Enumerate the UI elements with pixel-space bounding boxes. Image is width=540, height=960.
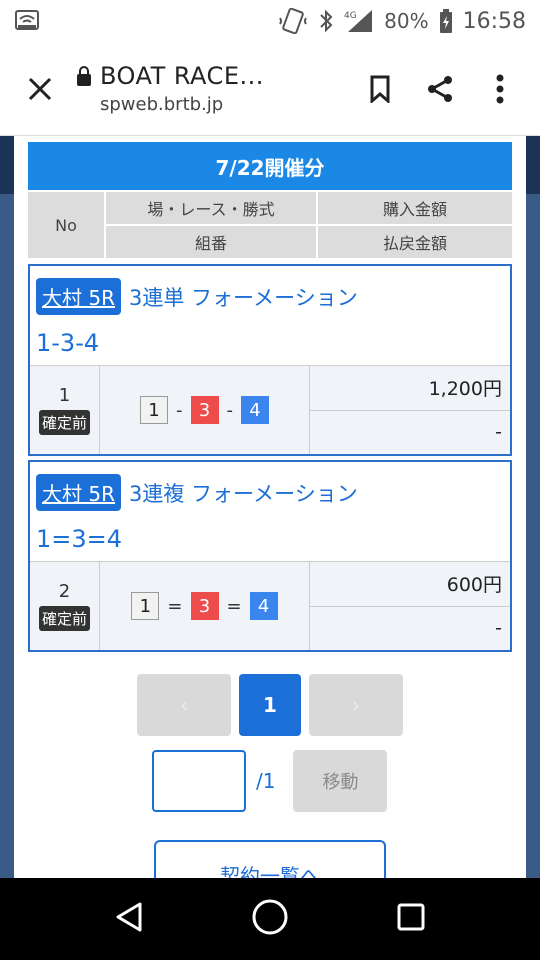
next-page-button[interactable]: › bbox=[309, 674, 403, 736]
battery-charging-icon bbox=[439, 9, 453, 33]
close-tab-button[interactable] bbox=[10, 59, 70, 119]
table-header: No 場・レース・勝式 購入金額 組番 払戻金額 bbox=[28, 192, 512, 258]
combination-text: 1-3-4 bbox=[36, 329, 100, 357]
android-nav-bar bbox=[0, 878, 540, 960]
close-icon bbox=[28, 77, 52, 100]
status-badge: 確定前 bbox=[38, 410, 90, 435]
bookmark-icon bbox=[370, 75, 390, 103]
venue-link[interactable]: 大村 5R bbox=[36, 474, 121, 511]
payout-amount: - bbox=[310, 605, 510, 651]
boat-number-1: 1 bbox=[140, 396, 168, 424]
combination-text: 1=3=4 bbox=[36, 525, 123, 553]
total-pages: /1 bbox=[256, 769, 276, 793]
signal-icon: 4G bbox=[344, 8, 374, 34]
nfc-vibrate-icon bbox=[278, 8, 308, 34]
bet-type: 3連単 フォーメーション bbox=[128, 285, 358, 310]
current-page-button[interactable]: 1 bbox=[239, 674, 301, 736]
page-url: spweb.brtb.jp bbox=[100, 94, 224, 115]
purchase-amount: 1,200円 bbox=[428, 378, 502, 401]
page-jump: /1 移動 bbox=[152, 750, 388, 812]
home-button[interactable] bbox=[251, 898, 289, 940]
page-number-input[interactable] bbox=[152, 750, 246, 812]
ticket-card: 大村 5R 3連単 フォーメーション 1-3-4 1 確定前 1 - 3 - 4 bbox=[28, 264, 512, 456]
page-title: BOAT RACE... bbox=[100, 62, 264, 90]
status-bar: 4G 80% 16:58 bbox=[0, 0, 540, 42]
web-page: 7/22開催分 No 場・レース・勝式 購入金額 組番 払戻金額 大村 5R 3… bbox=[0, 136, 540, 878]
browser-toolbar: BOAT RACE... spweb.brtb.jp bbox=[0, 42, 540, 136]
svg-text:4G: 4G bbox=[344, 11, 357, 21]
share-button[interactable] bbox=[410, 59, 470, 119]
more-menu-button[interactable] bbox=[470, 59, 530, 119]
separator: = bbox=[167, 595, 183, 617]
address-bar[interactable]: BOAT RACE... spweb.brtb.jp bbox=[70, 62, 350, 115]
lock-icon bbox=[77, 66, 91, 86]
combination-balls: 1 = 3 = 4 bbox=[100, 562, 310, 650]
status-badge: 確定前 bbox=[38, 606, 90, 631]
clock: 16:58 bbox=[462, 8, 526, 34]
ticket-number: 1 bbox=[58, 385, 71, 406]
cast-notification-icon bbox=[14, 9, 40, 33]
left-border bbox=[0, 136, 14, 878]
col-payout-amount: 払戻金額 bbox=[318, 226, 512, 258]
prev-page-button[interactable]: ‹ bbox=[137, 674, 231, 736]
bet-history-panel: 7/22開催分 No 場・レース・勝式 購入金額 組番 払戻金額 大村 5R 3… bbox=[28, 142, 512, 652]
bet-type: 3連複 フォーメーション bbox=[128, 481, 358, 506]
back-triangle-icon bbox=[116, 902, 142, 932]
col-combination: 組番 bbox=[106, 226, 316, 258]
ticket-number: 2 bbox=[58, 581, 71, 602]
col-venue-race-type: 場・レース・勝式 bbox=[106, 192, 316, 224]
boat-number-4: 4 bbox=[249, 592, 278, 620]
share-icon bbox=[428, 75, 452, 102]
purchase-amount: 600円 bbox=[446, 574, 502, 597]
venue-link[interactable]: 大村 5R bbox=[36, 278, 121, 315]
boat-number-3: 3 bbox=[190, 396, 219, 424]
recents-button[interactable] bbox=[396, 902, 426, 936]
more-vert-icon bbox=[496, 74, 504, 103]
back-button[interactable] bbox=[114, 901, 144, 937]
separator: = bbox=[226, 595, 242, 617]
boat-number-1: 1 bbox=[131, 592, 160, 620]
separator: - bbox=[176, 399, 183, 421]
home-circle-icon bbox=[252, 899, 288, 935]
jump-button[interactable]: 移動 bbox=[293, 750, 388, 812]
recents-square-icon bbox=[397, 903, 425, 931]
separator: - bbox=[226, 399, 234, 421]
boat-number-4: 4 bbox=[241, 396, 269, 424]
bluetooth-icon bbox=[318, 9, 334, 33]
battery-percent: 80% bbox=[384, 9, 429, 33]
ticket-card: 大村 5R 3連複 フォーメーション 1=3=4 2 確定前 1 = 3 = 4 bbox=[28, 460, 512, 652]
combination-balls: 1 - 3 - 4 bbox=[100, 366, 310, 454]
pagination: ‹ 1 › bbox=[0, 674, 540, 736]
bookmark-button[interactable] bbox=[350, 59, 410, 119]
contract-list-button[interactable]: 契約一覧へ bbox=[154, 840, 386, 878]
date-header: 7/22開催分 bbox=[28, 142, 512, 190]
col-purchase-amount: 購入金額 bbox=[318, 192, 512, 224]
boat-number-3: 3 bbox=[190, 592, 219, 620]
col-no: No bbox=[28, 192, 104, 258]
payout-amount: - bbox=[310, 409, 510, 455]
right-border bbox=[526, 136, 540, 878]
